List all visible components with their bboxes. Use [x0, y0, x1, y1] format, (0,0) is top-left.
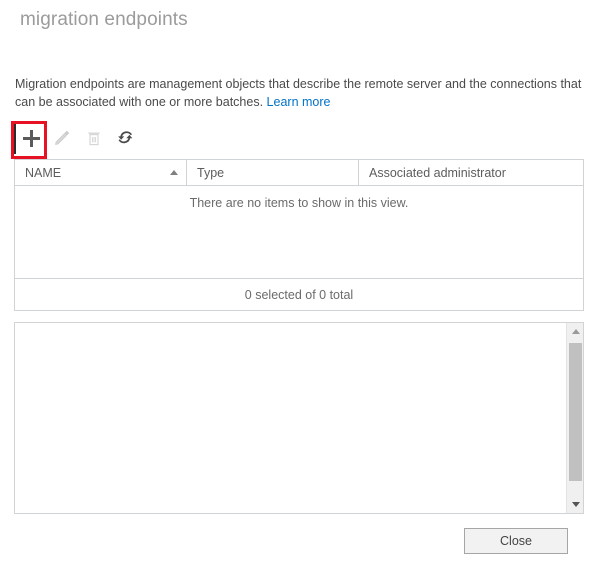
empty-state-message: There are no items to show in this view.	[189, 196, 409, 210]
scrollbar-up-button[interactable]	[567, 323, 584, 340]
column-header-associated-administrator-label: Associated administrator	[369, 165, 506, 180]
column-header-name-label: NAME	[25, 165, 62, 180]
list-status-bar: 0 selected of 0 total	[14, 279, 584, 311]
new-button[interactable]	[14, 122, 46, 154]
caret-up-icon	[571, 329, 580, 334]
column-header-name[interactable]: NAME	[15, 160, 187, 185]
page-title: migration endpoints	[20, 9, 188, 30]
column-header-associated-administrator[interactable]: Associated administrator	[359, 160, 583, 185]
endpoints-list: NAME Type Associated administrator There…	[14, 159, 584, 311]
list-header-row: NAME Type Associated administrator	[14, 159, 584, 186]
scrollbar-down-button[interactable]	[567, 496, 584, 513]
list-body[interactable]: There are no items to show in this view.	[14, 186, 584, 279]
detail-pane[interactable]	[14, 322, 584, 514]
selection-status-text: 0 selected of 0 total	[244, 287, 354, 302]
column-header-type[interactable]: Type	[187, 160, 359, 185]
caret-down-icon	[571, 502, 580, 507]
refresh-button[interactable]	[110, 122, 142, 154]
description-text: Migration endpoints are management objec…	[15, 75, 583, 111]
detail-pane-scrollbar[interactable]	[566, 323, 583, 513]
column-header-type-label: Type	[197, 165, 225, 180]
learn-more-link[interactable]: Learn more	[267, 95, 331, 109]
sort-ascending-icon	[170, 170, 178, 175]
plus-icon	[22, 129, 40, 147]
refresh-icon	[118, 131, 133, 144]
command-toolbar	[14, 122, 142, 154]
scrollbar-thumb[interactable]	[569, 343, 582, 481]
pencil-icon	[55, 131, 69, 145]
edit-button[interactable]	[46, 122, 78, 154]
trash-icon	[88, 132, 100, 146]
delete-button[interactable]	[78, 122, 110, 154]
close-button[interactable]: Close	[464, 528, 568, 554]
